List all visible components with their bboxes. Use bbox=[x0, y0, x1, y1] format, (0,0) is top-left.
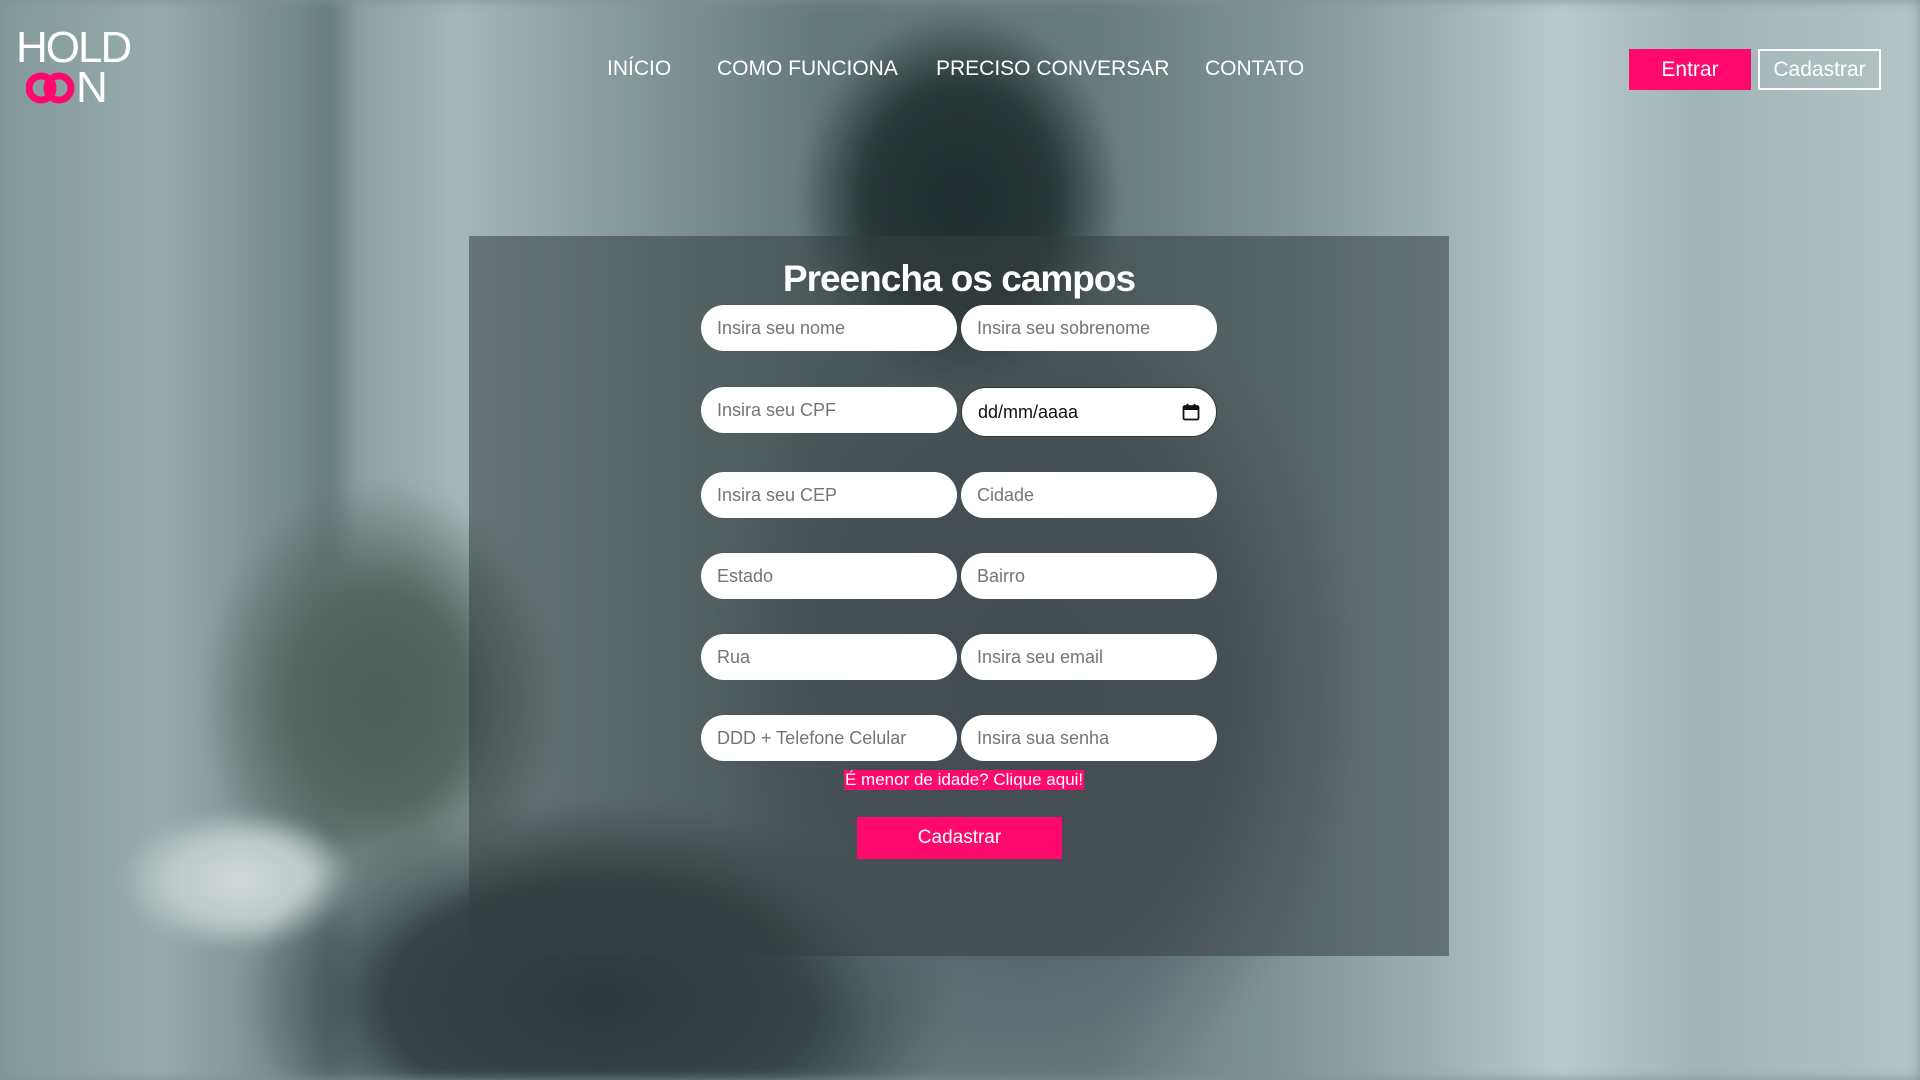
state-input[interactable] bbox=[701, 553, 957, 599]
form-title: Preencha os campos bbox=[782, 258, 1136, 299]
password-input[interactable] bbox=[961, 715, 1217, 761]
signup-header-button[interactable]: Cadastrar bbox=[1758, 49, 1881, 90]
first-name-input[interactable] bbox=[701, 305, 957, 351]
submit-signup-button[interactable]: Cadastrar bbox=[857, 817, 1062, 859]
neighborhood-input[interactable] bbox=[961, 553, 1217, 599]
cep-input[interactable] bbox=[701, 472, 957, 518]
nav-item-inicio[interactable]: INÍCIO bbox=[607, 56, 671, 82]
nav-item-como-funciona[interactable]: COMO FUNCIONA bbox=[717, 56, 898, 82]
email-input[interactable] bbox=[961, 634, 1217, 680]
cpf-input[interactable] bbox=[701, 387, 957, 433]
birthdate-value: dd/mm/aaaa bbox=[978, 401, 1079, 422]
phone-input[interactable] bbox=[701, 715, 957, 761]
signup-page: HOLD N INÍCIO COMO FUNCIONA PRECISO CONV… bbox=[0, 0, 1920, 1080]
street-input[interactable] bbox=[701, 634, 957, 680]
calendar-icon[interactable] bbox=[1182, 403, 1200, 421]
login-button[interactable]: Entrar bbox=[1629, 49, 1751, 90]
last-name-input[interactable] bbox=[961, 305, 1217, 351]
nav-item-preciso-conversar[interactable]: PRECISO CONVERSAR bbox=[936, 56, 1169, 82]
minor-signup-link[interactable]: É menor de idade? Clique aqui! bbox=[844, 770, 1085, 790]
signup-form-panel: Preencha os campos dd/mm/aaaa É menor de… bbox=[469, 236, 1449, 956]
birthdate-input[interactable]: dd/mm/aaaa bbox=[961, 387, 1217, 437]
city-input[interactable] bbox=[961, 472, 1217, 518]
nav-item-contato[interactable]: CONTATO bbox=[1205, 56, 1304, 82]
